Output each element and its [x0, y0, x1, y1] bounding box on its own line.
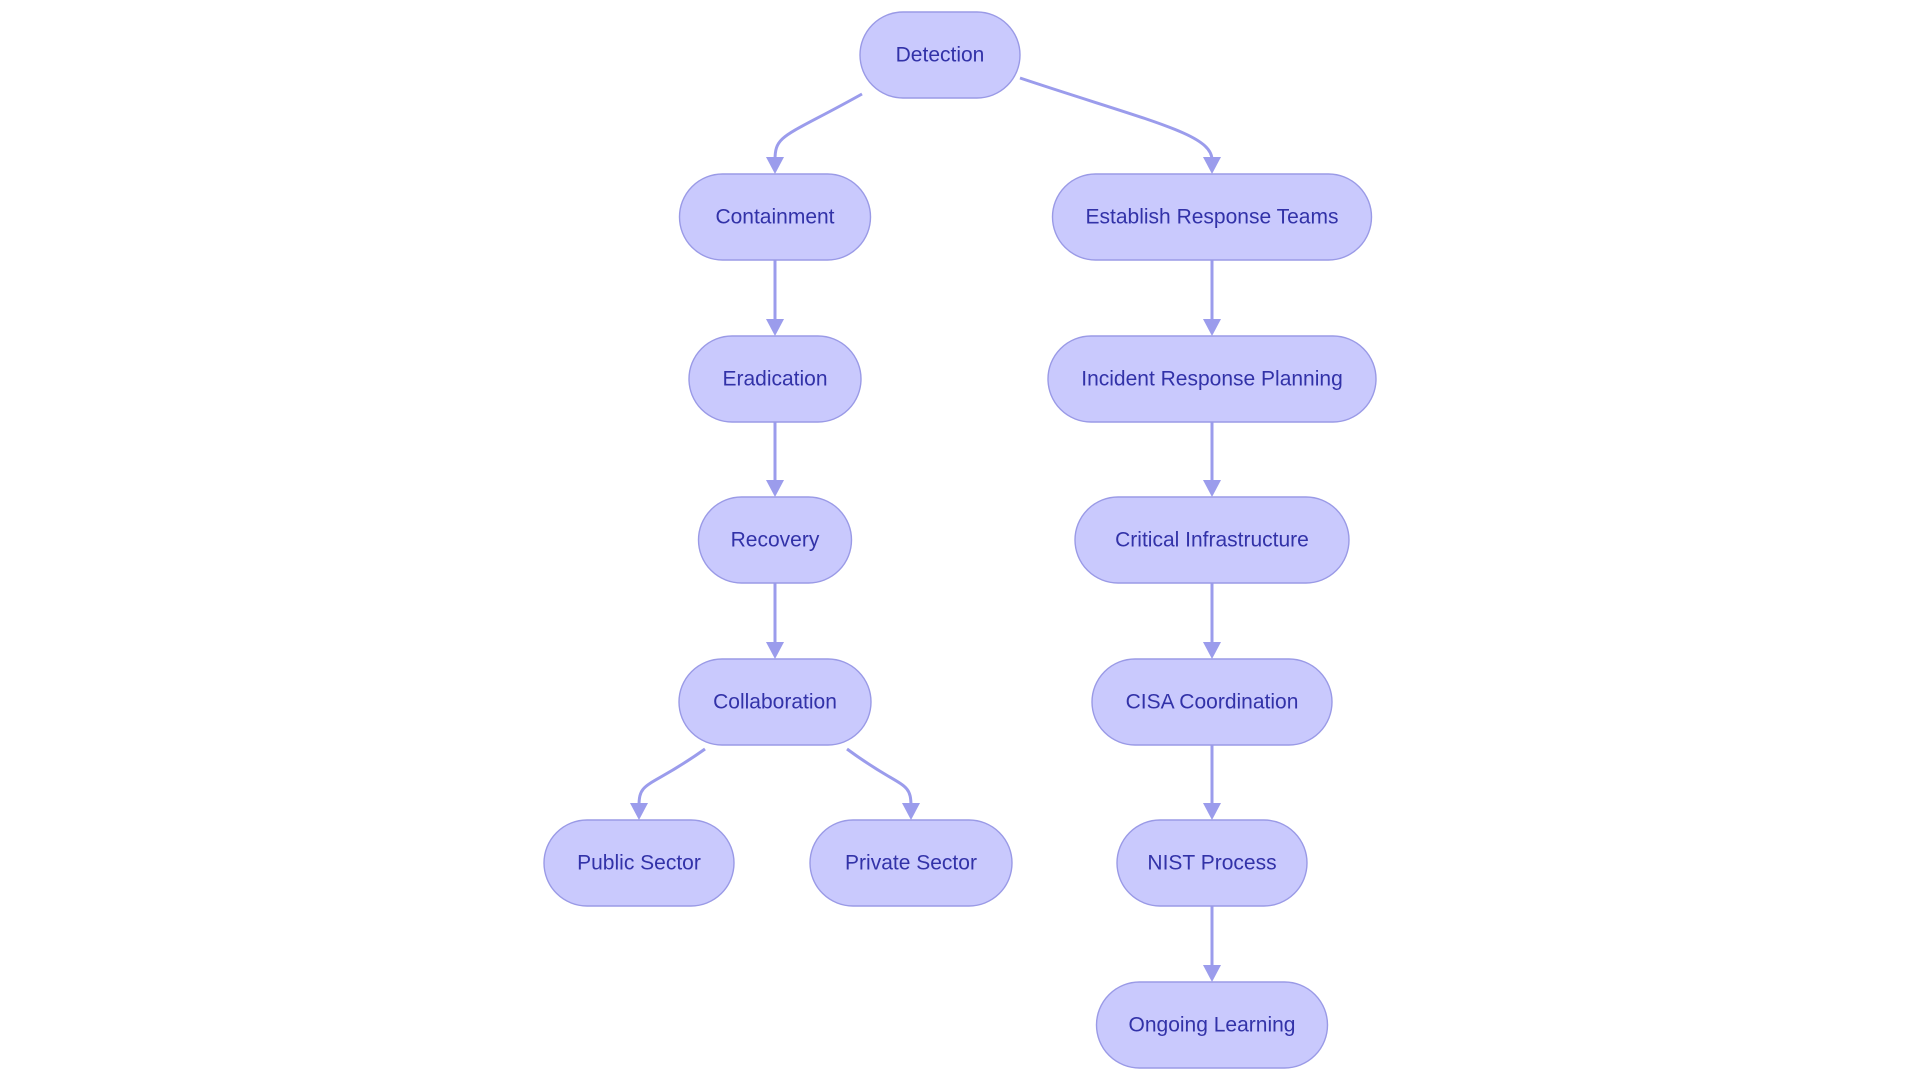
node-label: NIST Process [1147, 852, 1276, 875]
arrow-head-icon [902, 803, 920, 820]
node-collaboration[interactable]: Collaboration [678, 658, 872, 746]
arrow-head-icon [766, 480, 784, 497]
edge-establish_teams-to-ir_planning [1203, 260, 1221, 336]
node-label: Recovery [731, 529, 820, 552]
node-establish-teams[interactable]: Establish Response Teams [1051, 173, 1373, 261]
node-private-sector[interactable]: Private Sector [809, 819, 1013, 907]
arrow-head-icon [766, 642, 784, 659]
arrow-head-icon [766, 157, 784, 174]
node-label: Private Sector [845, 852, 977, 875]
edge-detection-to-establish_teams [1019, 76, 1221, 174]
node-cisa[interactable]: CISA Coordination [1091, 658, 1333, 746]
node-label: Public Sector [577, 852, 701, 875]
edge-detection-to-containment [766, 92, 863, 174]
edge-containment-to-eradication [766, 260, 784, 336]
edge-nist-to-ongoing_learning [1203, 906, 1221, 982]
flowchart-diagram: Detection Containment Eradication Recovery C… [543, 11, 1377, 1069]
arrow-head-icon [1203, 642, 1221, 659]
edge-ir_planning-to-critical_infra [1203, 422, 1221, 497]
node-detection[interactable]: Detection [859, 11, 1021, 99]
node-containment[interactable]: Containment [678, 173, 872, 261]
node-label: Collaboration [713, 691, 837, 714]
node-public-sector[interactable]: Public Sector [543, 819, 735, 907]
arrow-head-icon [1203, 965, 1221, 982]
edge-cisa-to-nist [1203, 745, 1221, 820]
node-label: Detection [896, 44, 985, 67]
edge-line [637, 747, 706, 807]
node-nist[interactable]: NIST Process [1116, 819, 1308, 907]
node-recovery[interactable]: Recovery [697, 496, 853, 584]
arrow-head-icon [1203, 480, 1221, 497]
edge-line [773, 92, 863, 161]
arrow-head-icon [1203, 319, 1221, 336]
node-label: Containment [715, 206, 834, 229]
edge-recovery-to-collaboration [766, 583, 784, 659]
nodes-layer: Detection Containment Eradication Recovery C… [543, 11, 1377, 1069]
node-label: Critical Infrastructure [1115, 529, 1309, 552]
node-eradication[interactable]: Eradication [688, 335, 862, 423]
node-label: Establish Response Teams [1086, 206, 1339, 229]
edge-collaboration-to-public_sector [630, 747, 706, 820]
edge-line [1019, 76, 1214, 161]
edge-collaboration-to-private_sector [846, 747, 920, 820]
node-critical-infra[interactable]: Critical Infrastructure [1074, 496, 1350, 584]
edge-eradication-to-recovery [766, 422, 784, 497]
node-label: CISA Coordination [1126, 691, 1299, 714]
node-ongoing-learning[interactable]: Ongoing Learning [1095, 981, 1329, 1069]
node-label: Eradication [722, 368, 827, 391]
node-label: Ongoing Learning [1129, 1014, 1296, 1037]
node-label: Incident Response Planning [1081, 368, 1343, 391]
arrow-head-icon [630, 803, 648, 820]
arrow-head-icon [1203, 803, 1221, 820]
arrow-head-icon [1203, 157, 1221, 174]
edge-line [846, 747, 913, 807]
edge-critical_infra-to-cisa [1203, 583, 1221, 659]
arrow-head-icon [766, 319, 784, 336]
node-ir-planning[interactable]: Incident Response Planning [1047, 335, 1377, 423]
